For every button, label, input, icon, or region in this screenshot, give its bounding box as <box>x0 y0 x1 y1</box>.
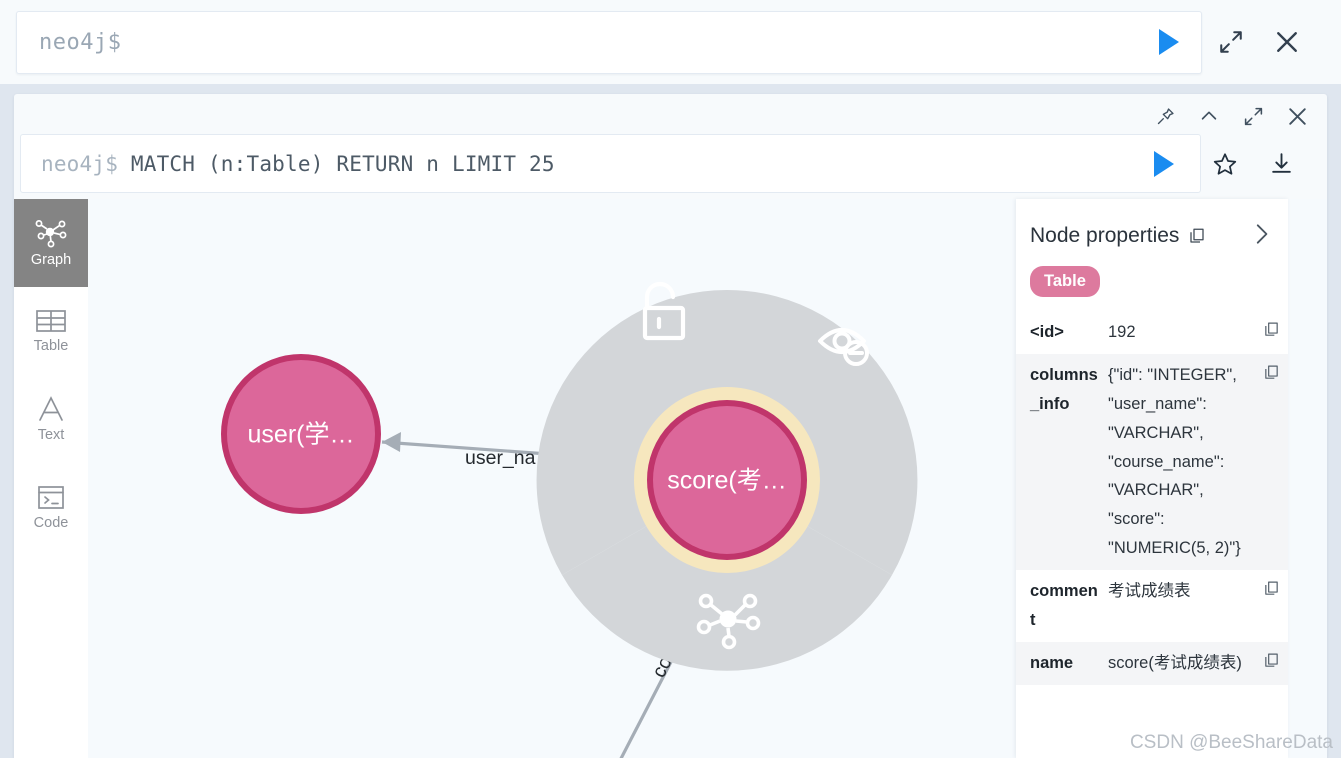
top-command-bar: neo4j$ <box>0 0 1341 84</box>
expand-icon <box>1244 107 1262 125</box>
node-label-chips: Table <box>1016 248 1288 311</box>
query-side-actions <box>1206 134 1300 193</box>
query-run-button[interactable] <box>1154 150 1174 177</box>
tab-table[interactable]: Table <box>14 287 88 375</box>
play-icon <box>1159 29 1179 55</box>
expand-icon <box>1220 31 1242 53</box>
property-key: <id> <box>1030 323 1064 341</box>
tab-text[interactable]: Text <box>14 375 88 463</box>
relationship-label-user_name: user_na <box>465 447 536 469</box>
collapse-chevron-up-icon <box>1201 111 1217 120</box>
tab-table-label: Table <box>33 338 69 354</box>
graph-node-score[interactable]: score(考… <box>634 387 820 573</box>
download-icon <box>1271 153 1291 173</box>
tab-graph-label: Graph <box>30 252 72 268</box>
frame-close-button[interactable] <box>1277 96 1317 136</box>
pin-icon <box>1157 107 1174 124</box>
node-properties-title: Node properties <box>1030 224 1180 247</box>
download-button[interactable] <box>1262 145 1300 183</box>
frame-expand-button[interactable] <box>1233 96 1273 136</box>
tab-code[interactable]: Code <box>14 463 88 551</box>
star-icon <box>1213 152 1237 175</box>
result-frame: neo4j$ MATCH (n:Table) RETURN n LIMIT 25 <box>14 94 1327 758</box>
tab-text-label: Text <box>37 427 65 443</box>
copy-icon[interactable] <box>1263 652 1280 669</box>
query-display-row[interactable]: neo4j$ MATCH (n:Table) RETURN n LIMIT 25 <box>20 134 1201 193</box>
table-icon <box>36 310 66 332</box>
property-value: {"id": "INTEGER", "user_name": "VARCHAR"… <box>1108 365 1241 558</box>
top-run-button[interactable] <box>1159 29 1179 55</box>
property-row-comment: comment 考试成绩表 <box>1016 570 1288 642</box>
pin-button[interactable] <box>1145 96 1185 136</box>
chevron-right-icon <box>1256 224 1268 244</box>
query-cypher: MATCH (n:Table) RETURN n LIMIT 25 <box>130 151 555 176</box>
node-label-chip-table[interactable]: Table <box>1030 266 1100 297</box>
tab-graph[interactable]: Graph <box>14 199 88 287</box>
property-row-columns_info: columns_info {"id": "INTEGER", "user_nam… <box>1016 353 1288 570</box>
copy-icon[interactable] <box>1263 321 1280 338</box>
property-key: comment <box>1030 582 1098 629</box>
collapse-button[interactable] <box>1189 96 1229 136</box>
top-prompt-text: neo4j$ <box>39 29 122 55</box>
property-value: score(考试成绩表) <box>1108 653 1242 672</box>
copy-icon[interactable] <box>1263 364 1280 381</box>
code-terminal-icon <box>38 485 64 509</box>
frame-toolbar <box>1145 94 1317 138</box>
top-query-editor[interactable]: neo4j$ <box>16 10 1202 74</box>
property-row-id: <id> 192 <box>1016 311 1288 354</box>
graph-node-user[interactable]: user(学… <box>221 354 381 514</box>
graph-icon <box>35 220 67 248</box>
node-properties-panel: Node properties Table <id> 192 columns_i… <box>1016 199 1288 758</box>
top-close-button[interactable] <box>1264 19 1310 65</box>
copy-icon[interactable] <box>1188 227 1206 245</box>
property-key: columns_info <box>1030 365 1098 413</box>
play-icon <box>1154 150 1174 177</box>
property-key: name <box>1030 653 1074 672</box>
graph-node-score-label: score(考… <box>667 467 786 495</box>
graph-node-user-label: user(学… <box>248 421 355 449</box>
copy-icon[interactable] <box>1263 580 1280 597</box>
tab-code-label: Code <box>33 514 69 531</box>
property-row-name: name score(考试成绩表) <box>1016 641 1288 685</box>
query-prompt: neo4j$ <box>41 151 119 176</box>
close-icon <box>1277 32 1297 52</box>
node-properties-collapse-button[interactable] <box>1248 221 1274 252</box>
close-icon <box>1288 107 1306 125</box>
view-tabs: Graph Table Text Code <box>14 199 88 758</box>
property-value: 192 <box>1108 323 1136 341</box>
favorite-button[interactable] <box>1206 145 1244 183</box>
text-a-icon <box>39 396 63 421</box>
property-value: 考试成绩表 <box>1108 582 1191 600</box>
query-text: neo4j$ MATCH (n:Table) RETURN n LIMIT 25 <box>21 152 1154 176</box>
top-expand-button[interactable] <box>1208 19 1254 65</box>
